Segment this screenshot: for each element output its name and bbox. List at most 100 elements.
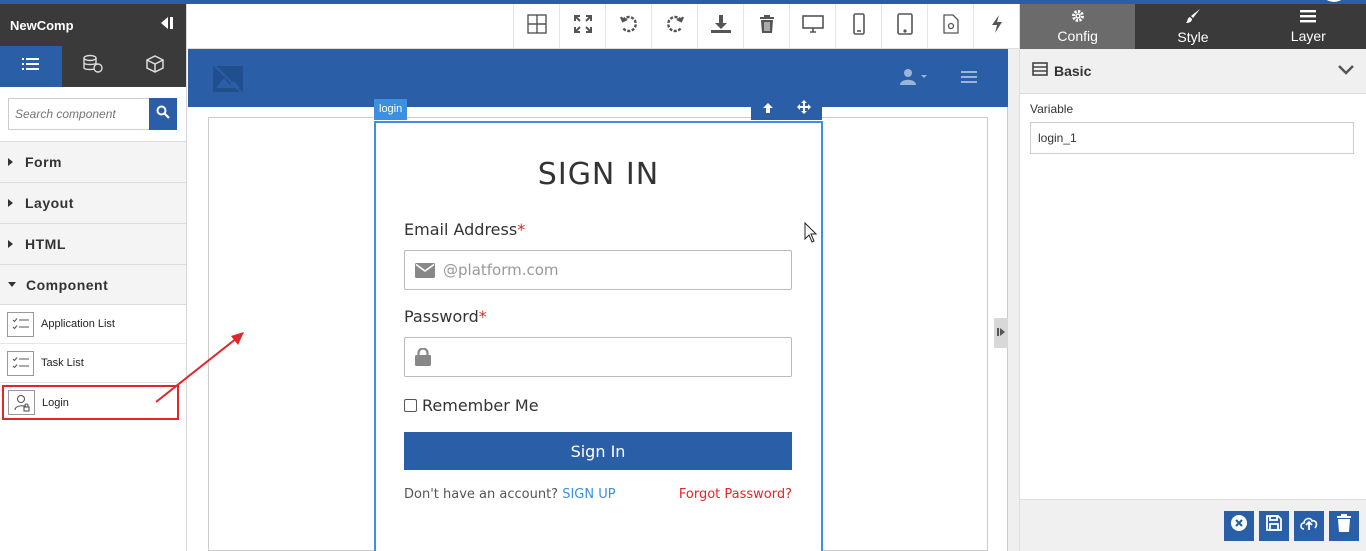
component-search <box>0 87 186 141</box>
email-field[interactable]: @platform.com <box>404 250 792 290</box>
category-label: Form <box>25 154 62 170</box>
save-icon <box>1265 514 1283 537</box>
tab-style[interactable]: Style <box>1135 4 1250 49</box>
sidebar-tabs <box>0 46 186 87</box>
list-icon <box>22 57 40 76</box>
category-label: Component <box>26 276 109 293</box>
page-settings-button[interactable] <box>927 4 973 49</box>
collapse-arrow-icon <box>996 324 1006 342</box>
collapse-sidebar-icon[interactable] <box>158 15 174 36</box>
cancel-button[interactable] <box>1224 510 1254 541</box>
remember-checkbox[interactable] <box>404 399 417 412</box>
undo-button[interactable] <box>605 4 651 49</box>
search-button[interactable] <box>149 98 177 130</box>
chevron-down-icon[interactable] <box>1338 62 1354 80</box>
redo-button[interactable] <box>651 4 697 49</box>
checklist-icon <box>7 311 34 337</box>
image-placeholder-icon <box>212 63 244 100</box>
annotation-arrow <box>155 332 244 403</box>
email-placeholder: @platform.com <box>443 261 559 279</box>
sidebar-header: NewComp <box>0 4 186 46</box>
password-field[interactable] <box>404 337 792 377</box>
drag-move-icon[interactable] <box>796 100 811 119</box>
hamburger-icon[interactable] <box>961 70 977 89</box>
tab-layer[interactable]: Layer <box>1251 4 1366 49</box>
mobile-icon <box>852 13 866 40</box>
forgot-password-link[interactable]: Forgot Password? <box>679 487 792 502</box>
publish-button[interactable] <box>973 4 1019 49</box>
category-component[interactable]: Component <box>0 264 186 305</box>
sign-up-link[interactable]: SIGN UP <box>562 487 615 502</box>
undo-icon <box>619 14 639 39</box>
move-up-icon[interactable] <box>762 101 774 119</box>
caret-down-icon <box>8 282 16 287</box>
delete-button[interactable] <box>743 4 789 49</box>
properties-panel: Config Style Layer Basic Variable login_… <box>1019 4 1366 551</box>
no-account-text: Don't have an account? <box>404 487 559 502</box>
category-form[interactable]: Form <box>0 141 186 182</box>
collapse-right-panel-button[interactable] <box>994 318 1008 348</box>
mobile-view-button[interactable] <box>835 4 881 49</box>
login-component[interactable]: SIGN IN Email Address* @platform.com Pas… <box>374 121 823 551</box>
editor-toolbar <box>188 4 1019 49</box>
password-label: Password* <box>404 307 487 326</box>
tablet-icon <box>896 13 913 40</box>
category-label: HTML <box>25 236 66 252</box>
grid-button[interactable] <box>513 4 559 49</box>
user-lock-icon <box>8 390 35 415</box>
user-menu-icon[interactable] <box>899 68 931 91</box>
caret-right-icon <box>8 158 13 166</box>
required-marker: * <box>517 220 526 239</box>
email-label-text: Email Address <box>404 220 518 239</box>
component-controls <box>751 99 822 120</box>
component-label: Task List <box>41 357 84 369</box>
upload-button[interactable] <box>1294 510 1324 541</box>
download-button[interactable] <box>697 4 743 49</box>
variable-input[interactable]: login_1 <box>1030 122 1354 154</box>
lock-icon <box>415 348 431 366</box>
tab-config[interactable]: Config <box>1020 4 1136 49</box>
sign-in-button[interactable]: Sign In <box>404 432 792 470</box>
tablet-view-button[interactable] <box>881 4 927 49</box>
category-html[interactable]: HTML <box>0 223 186 264</box>
tab-label: Style <box>1177 29 1209 45</box>
search-input[interactable] <box>8 98 149 130</box>
lightning-icon <box>990 14 1004 39</box>
gear-icon <box>1071 9 1085 26</box>
fullscreen-button[interactable] <box>559 4 605 49</box>
delete-component-button[interactable] <box>1329 510 1359 541</box>
grid-icon <box>526 14 547 39</box>
category-layout[interactable]: Layout <box>0 182 186 223</box>
variable-label: Variable <box>1030 102 1074 116</box>
panel-actions <box>1020 499 1366 551</box>
cloud-upload-icon <box>1299 515 1319 536</box>
tab-label: Config <box>1057 28 1098 44</box>
brush-icon <box>1185 8 1201 27</box>
tab-components-list[interactable] <box>0 46 62 87</box>
remember-label: Remember Me <box>422 396 539 415</box>
login-footer-links: Don't have an account? SIGN UP Forgot Pa… <box>404 487 792 502</box>
app-title: NewComp <box>10 17 74 33</box>
download-icon <box>710 14 732 39</box>
redo-icon <box>665 14 685 39</box>
close-circle-icon <box>1230 514 1248 537</box>
mouse-cursor-icon <box>804 222 818 243</box>
database-icon <box>82 54 104 79</box>
email-label: Email Address* <box>404 220 525 239</box>
password-label-text: Password <box>404 307 479 326</box>
basic-section-header[interactable]: Basic <box>1020 49 1366 94</box>
required-marker: * <box>478 307 487 326</box>
envelope-icon <box>415 262 435 278</box>
trash-icon <box>759 14 775 39</box>
caret-right-icon <box>8 199 13 207</box>
cube-icon <box>145 54 165 79</box>
save-button[interactable] <box>1259 510 1289 541</box>
tab-packages[interactable] <box>124 46 186 87</box>
desktop-view-button[interactable] <box>789 4 835 49</box>
tab-data-sources[interactable] <box>62 46 124 87</box>
selected-component-tag[interactable]: login <box>374 99 408 120</box>
expand-icon <box>573 14 593 39</box>
layers-icon <box>1300 9 1317 26</box>
tab-label: Layer <box>1290 28 1326 44</box>
remember-me[interactable]: Remember Me <box>404 396 539 415</box>
